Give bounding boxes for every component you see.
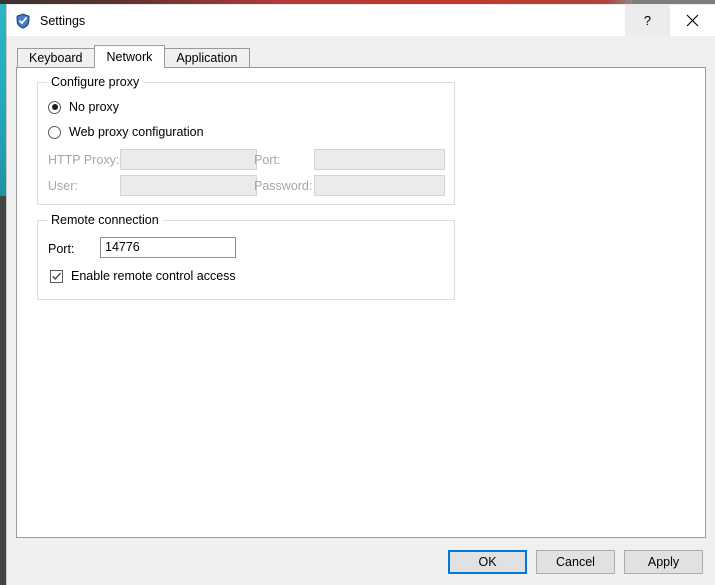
- group-configure-proxy-title: Configure proxy: [47, 75, 144, 89]
- radio-no-proxy-indicator: [48, 100, 61, 114]
- close-icon: [686, 14, 699, 27]
- tab-panel-network: Configure proxy No proxy Web proxy confi…: [16, 67, 706, 538]
- proxy-password-input[interactable]: [314, 175, 445, 196]
- group-remote-connection: Remote connection Port: 14776 Enable rem…: [37, 213, 455, 300]
- proxy-password-label: Password:: [254, 179, 313, 193]
- group-remote-connection-title: Remote connection: [47, 213, 163, 227]
- title-bar[interactable]: Settings ?: [7, 5, 715, 36]
- http-proxy-input[interactable]: [120, 149, 257, 170]
- radio-web-proxy-configuration[interactable]: Web proxy configuration: [48, 125, 204, 139]
- proxy-port-input[interactable]: [314, 149, 445, 170]
- cancel-button-label: Cancel: [556, 554, 595, 569]
- settings-dialog: Settings ? Keyboard Network Application: [6, 4, 715, 585]
- checkbox-enable-remote-control-access-indicator: [50, 269, 63, 283]
- tab-keyboard[interactable]: Keyboard: [17, 48, 95, 67]
- proxy-user-input[interactable]: [120, 175, 257, 196]
- close-button[interactable]: [670, 5, 715, 36]
- dialog-footer: OK Cancel Apply: [7, 538, 715, 585]
- radio-web-proxy-configuration-indicator: [48, 125, 61, 139]
- proxy-port-label: Port:: [254, 153, 281, 167]
- help-button[interactable]: ?: [625, 5, 670, 36]
- help-label: ?: [643, 13, 652, 28]
- ok-button[interactable]: OK: [448, 549, 527, 574]
- tab-strip: Keyboard Network Application: [17, 45, 706, 68]
- checkbox-enable-remote-control-access-label: Enable remote control access: [71, 269, 236, 283]
- proxy-user-label: User:: [48, 179, 78, 193]
- tab-network-label: Network: [106, 50, 153, 64]
- radio-web-proxy-configuration-label: Web proxy configuration: [69, 125, 204, 139]
- remote-port-label: Port:: [48, 242, 75, 256]
- remote-port-input[interactable]: 14776: [100, 237, 236, 258]
- apply-button-label: Apply: [647, 554, 680, 569]
- cancel-button[interactable]: Cancel: [536, 549, 615, 574]
- ok-button-label: OK: [478, 554, 497, 569]
- radio-no-proxy[interactable]: No proxy: [48, 100, 119, 114]
- http-proxy-label: HTTP Proxy:: [48, 153, 120, 167]
- tab-application[interactable]: Application: [164, 48, 250, 67]
- window-title: Settings: [40, 13, 86, 28]
- radio-no-proxy-label: No proxy: [69, 100, 120, 114]
- checkbox-enable-remote-control-access[interactable]: Enable remote control access: [50, 269, 236, 283]
- apply-button[interactable]: Apply: [624, 549, 703, 574]
- tab-application-label: Application: [176, 51, 238, 65]
- group-configure-proxy: Configure proxy No proxy Web proxy confi…: [37, 75, 455, 205]
- tab-keyboard-label: Keyboard: [29, 51, 83, 65]
- shield-check-icon: [15, 13, 31, 29]
- tab-network[interactable]: Network: [93, 45, 166, 68]
- window-body: Keyboard Network Application Configure p…: [7, 36, 715, 538]
